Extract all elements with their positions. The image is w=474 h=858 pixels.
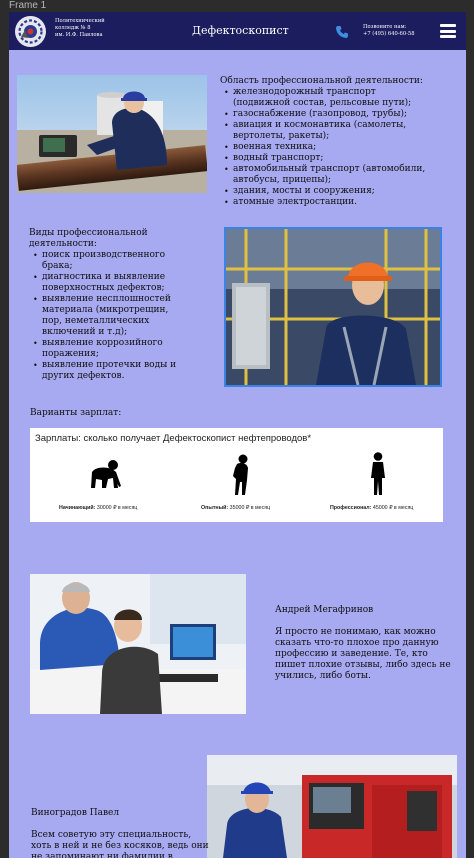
college-logo-icon[interactable] bbox=[15, 16, 46, 47]
photo-worker-pipeline bbox=[17, 75, 207, 193]
salary-level-label: Начинающий: bbox=[59, 505, 96, 511]
ape-silhouette-icon bbox=[86, 458, 124, 498]
list-item: железнодорожный транспорт (подвижной сос… bbox=[220, 87, 430, 109]
phone-icon[interactable] bbox=[335, 24, 349, 38]
list-item: выявление несплошностей материала (микро… bbox=[29, 294, 181, 338]
review-text: Всем советую эту специальность, хоть в н… bbox=[31, 830, 209, 858]
salary-level-value: 45000 ₽ в месяц bbox=[372, 505, 414, 511]
list-item: автомобильный транспорт (автомобили, авт… bbox=[220, 164, 430, 186]
list-item: поиск производственного брака; bbox=[29, 250, 181, 272]
list-item: водный транспорт; bbox=[220, 153, 430, 164]
review-2: Виноградов Павел Всем советую эту специа… bbox=[31, 808, 213, 858]
site-header: Политехнический колледж № 8 им. И.Ф. Пав… bbox=[9, 12, 466, 50]
page: Политехнический колледж № 8 им. И.Ф. Пав… bbox=[9, 12, 466, 858]
page-title: Дефектоскопист bbox=[192, 24, 289, 37]
salary-level-value: 35000 ₽ в месяц bbox=[229, 505, 271, 511]
review-text: Я просто не понимаю, как можно сказать ч… bbox=[275, 627, 451, 681]
reviewer-name: Андрей Мегафринов bbox=[275, 605, 374, 615]
list-item: выявление коррозийного поражения; bbox=[29, 338, 181, 360]
salaries-heading: Варианты зарплат: bbox=[30, 408, 122, 418]
salary-level: Профессионал: 45000 ₽ в месяц bbox=[330, 505, 413, 511]
list-item: атомные электростанции. bbox=[220, 197, 430, 208]
college-name-line: колледж № 8 bbox=[55, 25, 91, 31]
list-item: выявление протечки воды и других дефекто… bbox=[29, 360, 181, 382]
activities-list: поиск производственного брака; диагности… bbox=[29, 250, 181, 382]
photo-computer-class bbox=[30, 574, 246, 714]
college-name: Политехнический колледж № 8 им. И.Ф. Пав… bbox=[55, 18, 125, 39]
areas-section: Область профессиональной деятельности: ж… bbox=[220, 76, 430, 208]
activities-section: Виды профессиональной деятельности: поис… bbox=[29, 228, 181, 382]
areas-list: железнодорожный транспорт (подвижной сос… bbox=[220, 87, 430, 208]
photo-machine-operator bbox=[207, 755, 457, 858]
menu-icon[interactable] bbox=[440, 24, 456, 38]
activities-heading: Виды профессиональной деятельности: bbox=[29, 228, 148, 249]
salary-card-title: Зарплаты: сколько получает Дефектоскопис… bbox=[35, 433, 312, 444]
list-item: авиация и космонавтика (самолеты, вертол… bbox=[220, 120, 430, 142]
list-item: диагностика и выявление поверхностных де… bbox=[29, 272, 181, 294]
salary-level: Опытный: 35000 ₽ в месяц bbox=[201, 505, 270, 511]
areas-heading: Область профессиональной деятельности: bbox=[220, 76, 423, 86]
hominid-silhouette-icon bbox=[230, 454, 252, 500]
photo-worker-helmet bbox=[224, 227, 442, 387]
frame-label: Frame 1 bbox=[9, 0, 47, 11]
salary-card: Зарплаты: сколько получает Дефектоскопис… bbox=[30, 428, 443, 522]
salary-level-label: Опытный: bbox=[201, 505, 229, 511]
reviewer-name: Виноградов Павел bbox=[31, 808, 120, 818]
review-1: Андрей Мегафринов Я просто не понимаю, к… bbox=[275, 605, 455, 682]
college-name-line: им. И.Ф. Павлова bbox=[55, 32, 103, 38]
call-block: Позвоните нам: +7 (495) 640-60-58 bbox=[363, 24, 415, 38]
list-item: газоснабжение (газопровод, трубы); bbox=[220, 109, 430, 120]
call-label: Позвоните нам: bbox=[363, 24, 407, 30]
college-name-line: Политехнический bbox=[55, 18, 105, 24]
list-item: военная техника; bbox=[220, 142, 430, 153]
salary-level-label: Профессионал: bbox=[330, 505, 372, 511]
salary-level-value: 30000 ₽ в месяц bbox=[96, 505, 138, 511]
list-item: здания, мосты и сооружения; bbox=[220, 186, 430, 197]
human-silhouette-icon bbox=[369, 452, 387, 500]
phone-number[interactable]: +7 (495) 640-60-58 bbox=[363, 31, 415, 38]
salary-level: Начинающий: 30000 ₽ в месяц bbox=[59, 505, 137, 511]
